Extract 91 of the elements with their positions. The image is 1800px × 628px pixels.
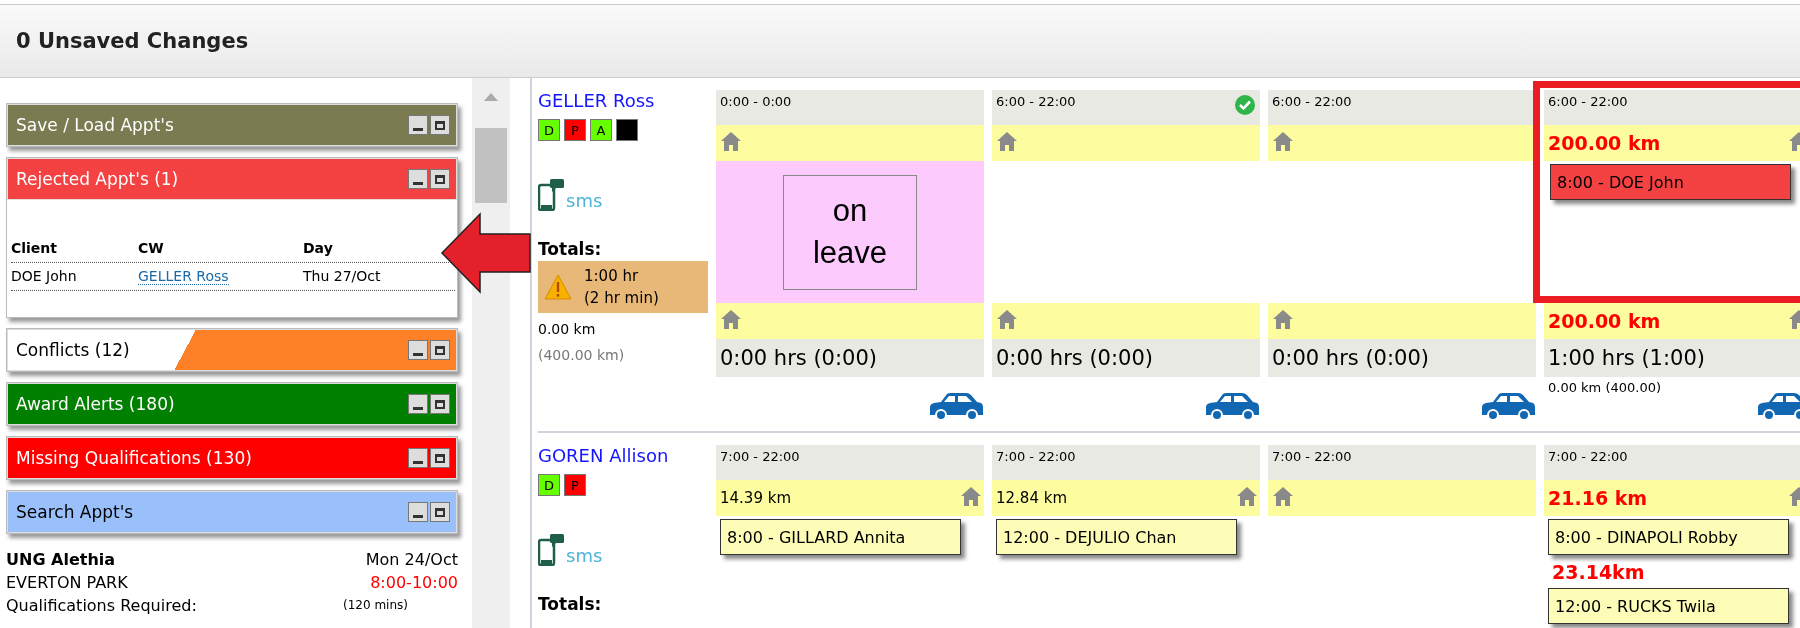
table-cell-text: DOE John [11, 268, 78, 284]
shift-hours: 6:00 - 22:00 [1548, 94, 1628, 109]
panel-header[interactable]: Rejected Appt's (1) [7, 158, 457, 200]
appointment-card[interactable]: 12:00 - RUCKS Twila [1548, 588, 1789, 624]
qualification-badge: D [538, 474, 560, 496]
minimize-icon[interactable] [408, 448, 428, 468]
house-icon [1236, 485, 1258, 507]
day-hours: 0:00 hrs (0:00) [720, 346, 877, 370]
maximize-icon[interactable] [430, 502, 450, 522]
qualification-badge: P [564, 119, 586, 141]
house-icon [1272, 308, 1294, 330]
table-cell-text: Thu 27/Oct [303, 268, 382, 284]
qualification-badge: D [538, 119, 560, 141]
totals-label: Totals: [538, 239, 602, 259]
total-km: 0.00 km [538, 321, 596, 337]
house-icon [1272, 485, 1294, 507]
travel-km: 0.00 km (400.00) [1547, 379, 1662, 395]
distance: 200.00 km [1548, 132, 1661, 154]
distance: 21.16 km [1548, 487, 1648, 509]
appointment-card[interactable]: 8:00 - GILLARD Annita [720, 519, 961, 555]
unsaved-changes-title: 0 Unsaved Changes [16, 29, 249, 53]
car-icon[interactable] [928, 391, 984, 421]
shift-hours: 7:00 - 22:00 [720, 449, 800, 464]
column-header: Client [11, 240, 59, 256]
worker-link[interactable]: GELLER Ross [138, 268, 229, 285]
worker-name-link[interactable]: GELLER Ross [538, 90, 655, 111]
total-hours: 1:00 hr [584, 266, 640, 287]
house-icon [996, 308, 1018, 330]
minimize-icon[interactable] [408, 502, 428, 522]
panel-title: Conflicts (12) [16, 340, 130, 360]
maximize-icon[interactable] [430, 448, 450, 468]
house-icon [996, 130, 1018, 152]
distance: 12.84 km [996, 489, 1067, 507]
minimize-icon[interactable] [408, 115, 428, 135]
house-icon [1272, 130, 1294, 152]
minimize-icon[interactable] [408, 394, 428, 414]
day-hours: 0:00 hrs (0:00) [996, 346, 1153, 370]
worker-name-link[interactable]: GOREN Allison [538, 445, 669, 466]
shift-hours: 7:00 - 22:00 [1272, 449, 1352, 464]
house-icon [720, 130, 742, 152]
minimize-icon[interactable] [408, 169, 428, 189]
maximize-icon[interactable] [430, 115, 450, 135]
car-icon[interactable] [1480, 391, 1536, 421]
qualifications-label: Qualifications Required: [6, 595, 197, 617]
column-header: Day [303, 240, 334, 256]
panel-header[interactable]: Search Appt's [7, 491, 457, 533]
maximize-icon[interactable] [430, 169, 450, 189]
panel-title: Search Appt's [16, 502, 134, 522]
column-header: CW [138, 240, 165, 256]
totals-label: Totals: [538, 594, 602, 614]
appointment-time: 8:00-10:00 [370, 572, 458, 594]
day-hours: 0:00 hrs (0:00) [1272, 346, 1429, 370]
panel-header[interactable]: Save / Load Appt's [7, 104, 457, 146]
shift-hours: 6:00 - 22:00 [1272, 94, 1352, 109]
day-hours: 1:00 hrs (1:00) [1548, 346, 1705, 370]
scrollbar-thumb[interactable] [475, 128, 507, 203]
panel-header[interactable]: Award Alerts (180) [7, 383, 457, 425]
shift-hours: 7:00 - 22:00 [996, 449, 1076, 464]
warning-icon [544, 274, 572, 300]
distance: 23.14km [1552, 561, 1645, 583]
qualification-badge: A [590, 119, 612, 141]
suburb: EVERTON PARK [6, 572, 128, 594]
panel-title: Missing Qualifications (130) [16, 448, 252, 468]
house-icon [720, 308, 742, 330]
minimum-hours: (2 hr min) [584, 288, 659, 309]
panel-title: Rejected Appt's (1) [16, 169, 179, 189]
client-name: UNG Alethia [6, 549, 116, 571]
panel-title: Award Alerts (180) [16, 394, 175, 414]
house-icon [960, 485, 982, 507]
appointment-card[interactable]: 8:00 - DOE John [1550, 164, 1791, 200]
distance: 14.39 km [720, 489, 791, 507]
maximize-icon[interactable] [430, 340, 450, 360]
car-icon[interactable] [1756, 391, 1800, 421]
max-km: (400.00 km) [538, 347, 625, 363]
shift-hours: 7:00 - 22:00 [1548, 449, 1628, 464]
qualification-badge: P [564, 474, 586, 496]
distance: 200.00 km [1548, 310, 1661, 332]
maximize-icon[interactable] [430, 394, 450, 414]
shift-hours: 6:00 - 22:00 [996, 94, 1076, 109]
appointment-card[interactable]: 12:00 - DEJULIO Chan [996, 519, 1237, 555]
panel-header[interactable]: Conflicts (12) [7, 329, 457, 371]
on-leave-card: on leave [783, 174, 917, 290]
appointment-card[interactable]: 8:00 - DINAPOLI Robby [1548, 519, 1789, 555]
scrollbar[interactable] [472, 78, 510, 628]
panel-header[interactable]: Missing Qualifications (130) [7, 437, 457, 479]
car-icon[interactable] [1204, 391, 1260, 421]
panel-title: Save / Load Appt's [16, 115, 174, 135]
duration: (120 mins) [343, 597, 409, 614]
minimize-icon[interactable] [408, 340, 428, 360]
appointment-date: Mon 24/Oct [365, 549, 458, 571]
shift-hours: 0:00 - 0:00 [720, 94, 792, 109]
